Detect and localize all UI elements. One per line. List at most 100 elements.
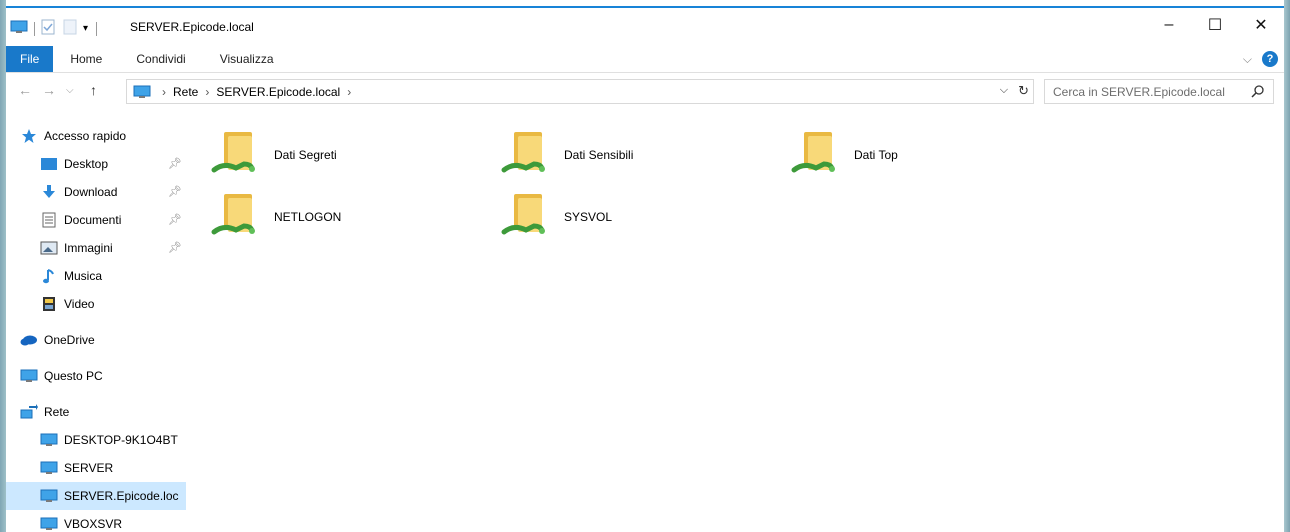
breadcrumb-rete[interactable]: Rete [173,85,198,99]
sidebar-item-label: DESKTOP-9K1O4BT [64,433,178,447]
recent-locations-chevron-icon[interactable]: ⌵ [66,85,74,96]
breadcrumb-server[interactable]: SERVER.Epicode.local [216,85,340,99]
document-icon [40,212,58,228]
monitor-icon [20,368,38,384]
film-icon [40,296,58,312]
sidebar-item-label: Video [64,297,95,311]
back-arrow-icon[interactable]: ← [18,82,32,98]
share-netlogon[interactable]: NETLOGON [210,190,480,244]
star-icon [20,128,38,144]
monitor-icon [40,516,58,532]
music-note-icon [40,268,58,284]
expand-ribbon-chevron-icon[interactable]: ⌵ [1243,52,1252,67]
properties-icon[interactable] [41,19,55,38]
monitor-icon [40,460,58,476]
sidebar-item-label: Desktop [64,157,109,171]
shared-folder-icon [210,128,264,182]
sidebar-item-label: Download [64,185,118,199]
sidebar-item-rete[interactable]: Rete [6,398,186,426]
sidebar-item-documenti[interactable]: Documenti 📌︎ [6,206,186,234]
forward-arrow-icon[interactable]: → [42,82,56,98]
sidebar-item-label: Immagini [64,241,113,255]
minimize-button[interactable]: – [1146,8,1192,42]
sidebar-item-accesso-rapido[interactable]: Accesso rapido [6,122,186,150]
desktop-folder-icon [40,156,58,172]
tab-home[interactable]: Home [53,46,119,72]
sidebar-item-label: Accesso rapido [44,129,127,143]
sidebar-item-download[interactable]: Download 📌︎ [6,178,186,206]
address-tools: ⌵ ↻ [1000,83,1029,99]
window-controls: – ☐ ✕ [1146,8,1284,42]
ribbon-tabs: File Home Condividi Visualizza ⌵ ? [6,46,1284,72]
sidebar-item-label: OneDrive [44,333,95,347]
sidebar-item-video[interactable]: Video [6,290,186,318]
sidebar-item-desktop[interactable]: Desktop 📌︎ [6,150,186,178]
sidebar-item-label: VBOXSVR [64,517,123,531]
share-label: Dati Top [854,148,898,162]
search-input[interactable]: Cerca in SERVER.Epicode.local [1044,79,1274,104]
share-label: Dati Sensibili [564,148,634,162]
new-folder-icon[interactable] [63,19,77,38]
sidebar-item-musica[interactable]: Musica [6,262,186,290]
help-icon[interactable]: ? [1262,51,1278,67]
toolbar-divider [96,21,98,36]
sidebar-item-immagini[interactable]: Immagini 📌︎ [6,234,186,262]
pin-icon[interactable]: 📌︎ [168,157,182,170]
sidebar-item-desktop-9k1o4bt[interactable]: DESKTOP-9K1O4BT [6,426,186,454]
share-dati-sensibili[interactable]: Dati Sensibili [500,128,770,182]
share-label: SYSVOL [564,210,613,224]
sidebar-item-label: SERVER.Epicode.loc [64,489,179,503]
share-dati-top[interactable]: Dati Top [790,128,1060,182]
shared-folder-icon [500,190,554,244]
breadcrumb-separator-icon[interactable]: › [205,85,209,99]
sidebar-item-questo-pc[interactable]: Questo PC [6,362,186,390]
up-arrow-icon[interactable]: ↑ [90,82,97,98]
navigation-pane: Accesso rapido Desktop 📌︎ Download 📌︎ Do… [6,122,186,532]
shared-folder-icon [790,128,844,182]
title-bar: ▾ SERVER.Epicode.local – ☐ ✕ [6,8,1284,46]
ribbon-right-tools: ⌵ ? [1243,51,1278,67]
sidebar-item-label: SERVER [64,461,114,475]
sidebar-item-vboxsvr[interactable]: VBOXSVR [6,510,186,532]
pin-icon[interactable]: 📌︎ [168,213,182,226]
sidebar-item-server-epicode-local[interactable]: SERVER.Epicode.loc [6,482,186,510]
image-icon [40,240,58,256]
pin-icon[interactable]: 📌︎ [168,185,182,198]
window-title: SERVER.Epicode.local [130,20,254,34]
pin-icon[interactable]: 📌︎ [168,241,182,254]
download-arrow-icon [40,184,58,200]
share-dati-segreti[interactable]: Dati Segreti [210,128,480,182]
ribbon-divider [6,72,1284,73]
cloud-icon [20,332,38,348]
network-icon [20,404,38,420]
sidebar-item-server[interactable]: SERVER [6,454,186,482]
maximize-button[interactable]: ☐ [1192,8,1238,42]
tab-visualizza[interactable]: Visualizza [203,46,291,72]
breadcrumb-separator-icon[interactable]: › [162,85,166,99]
monitor-icon[interactable] [10,20,28,37]
sidebar-item-label: Documenti [64,213,122,227]
breadcrumb-separator-icon[interactable]: › [347,85,351,99]
toolbar-divider [34,21,35,36]
shared-folder-icon [500,128,554,182]
tab-condividi[interactable]: Condividi [119,46,202,72]
breadcrumb: › Rete › SERVER.Epicode.local › [155,85,358,99]
address-history-chevron-icon[interactable]: ⌵ [1000,84,1008,99]
sidebar-item-onedrive[interactable]: OneDrive [6,326,186,354]
search-placeholder: Cerca in SERVER.Epicode.local [1053,84,1225,99]
quick-access-toolbar: ▾ [10,19,103,38]
search-icon[interactable] [1251,84,1265,101]
sidebar-item-label: Questo PC [44,369,103,383]
share-sysvol[interactable]: SYSVOL [500,190,770,244]
close-button[interactable]: ✕ [1238,8,1284,42]
refresh-icon[interactable]: ↻ [1018,83,1029,99]
customize-toolbar-chevron-icon[interactable]: ▾ [83,23,88,34]
monitor-icon [40,432,58,448]
share-label: NETLOGON [274,210,342,224]
share-label: Dati Segreti [274,148,337,162]
sidebar-item-label: Rete [44,405,70,419]
file-list: Dati Segreti Dati Sensibili Dati Top NET… [202,122,1272,522]
tab-file[interactable]: File [6,46,54,72]
address-bar[interactable]: › Rete › SERVER.Epicode.local › ⌵ ↻ [126,79,1034,104]
monitor-icon [133,85,151,99]
